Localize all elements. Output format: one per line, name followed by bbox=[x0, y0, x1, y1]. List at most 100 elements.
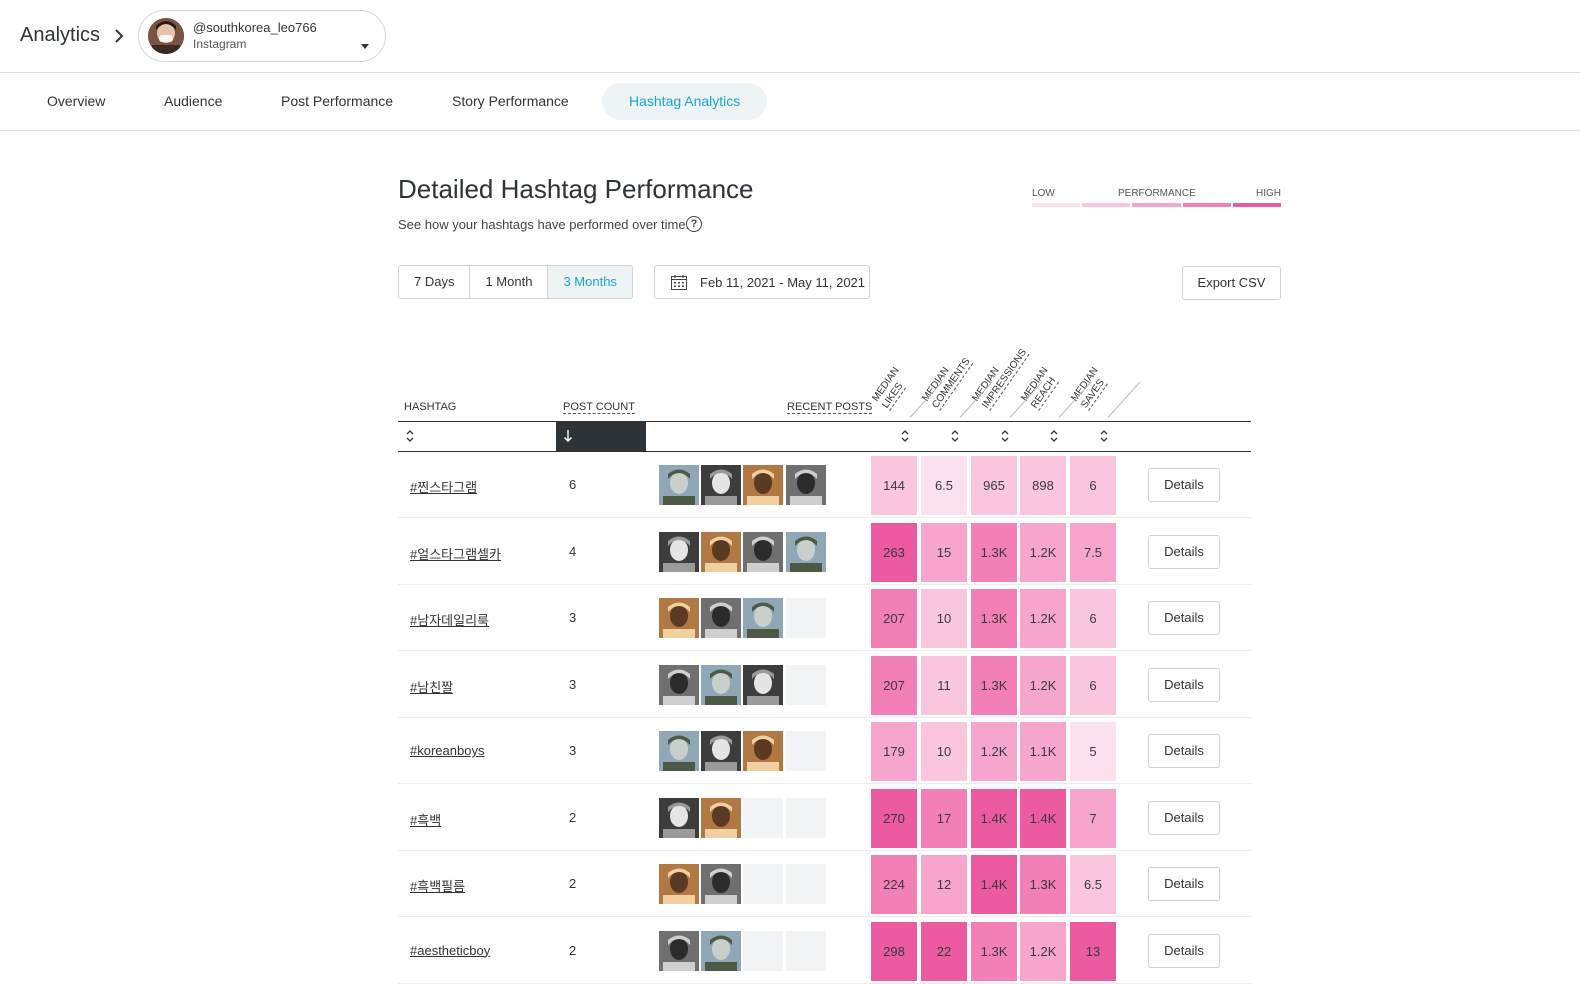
metric-cell: 10 bbox=[921, 589, 967, 648]
recent-post-thumbnail[interactable] bbox=[701, 598, 741, 638]
details-button[interactable]: Details bbox=[1148, 867, 1220, 901]
table-row: #흑백필름 2 224 12 1.4K 1.3K 6.5 Details bbox=[398, 851, 1251, 917]
recent-post-thumbnail[interactable] bbox=[701, 465, 741, 505]
recent-post-thumbnail[interactable] bbox=[659, 864, 699, 904]
recent-post-thumbnail[interactable] bbox=[701, 531, 741, 572]
details-button[interactable]: Details bbox=[1148, 800, 1220, 835]
recent-post-thumbnail[interactable] bbox=[701, 797, 741, 838]
column-header-post-count[interactable]: POST COUNT bbox=[563, 401, 635, 414]
table-row: #남친짤 3 207 11 1.3K 1.2K 6 Details bbox=[398, 652, 1251, 718]
hashtag-link[interactable]: #흑백 bbox=[410, 810, 441, 829]
empty-post-slot bbox=[786, 664, 826, 705]
recent-post-thumbnail[interactable] bbox=[659, 531, 699, 572]
hashtag-link[interactable]: #얼스타그램셀카 bbox=[410, 544, 501, 563]
tab-post-performance[interactable]: Post Performance bbox=[254, 83, 420, 120]
recent-post-thumbnail[interactable] bbox=[659, 797, 699, 838]
metric-cell: 1.4K bbox=[1020, 788, 1066, 848]
tab-overview[interactable]: Overview bbox=[20, 83, 132, 120]
range-7-days-button[interactable]: 7 Days bbox=[399, 266, 471, 298]
recent-post-thumbnail[interactable] bbox=[743, 598, 783, 638]
recent-post-thumbnail[interactable] bbox=[701, 664, 741, 705]
range-1-month-button[interactable]: 1 Month bbox=[470, 266, 549, 298]
details-button[interactable]: Details bbox=[1148, 667, 1220, 702]
details-button[interactable]: Details bbox=[1148, 734, 1220, 768]
details-button[interactable]: Details bbox=[1148, 601, 1220, 635]
account-handle: @southkorea_leo766 bbox=[193, 20, 317, 35]
date-range-text: Feb 11, 2021 - May 11, 2021 bbox=[700, 275, 866, 290]
recent-post-thumbnail[interactable] bbox=[786, 465, 826, 505]
recent-post-thumbnail[interactable] bbox=[701, 731, 741, 771]
column-header-hashtag[interactable]: HASHTAG bbox=[404, 401, 456, 413]
tab-story-performance[interactable]: Story Performance bbox=[425, 83, 596, 120]
empty-post-slot bbox=[743, 797, 783, 838]
recent-post-thumbnail[interactable] bbox=[659, 465, 699, 505]
metric-cell: 12 bbox=[921, 855, 967, 914]
caret-down-icon bbox=[361, 44, 369, 49]
table-row: #얼스타그램셀카 4 263 15 1.3K 1.2K 7.5 Details bbox=[398, 519, 1251, 585]
recent-post-thumbnail[interactable] bbox=[701, 930, 741, 971]
page-title: Analytics bbox=[20, 24, 101, 46]
recent-post-thumbnail[interactable] bbox=[659, 598, 699, 638]
sort-icon[interactable] bbox=[900, 429, 910, 443]
recent-post-thumbnail[interactable] bbox=[743, 664, 783, 705]
metric-cell: 22 bbox=[921, 921, 967, 981]
table-row: #찐스타그램 6 144 6.5 965 898 6 Details bbox=[398, 452, 1251, 518]
sort-icon[interactable] bbox=[405, 429, 415, 443]
metric-cell: 1.2K bbox=[971, 722, 1017, 781]
date-range-picker[interactable]: Feb 11, 2021 - May 11, 2021 bbox=[654, 265, 870, 299]
tab-audience[interactable]: Audience bbox=[137, 83, 249, 120]
metric-cell: 179 bbox=[871, 722, 917, 781]
hashtag-link[interactable]: #찐스타그램 bbox=[410, 477, 477, 496]
recent-post-thumbnail[interactable] bbox=[743, 531, 783, 572]
empty-post-slot bbox=[786, 731, 826, 771]
legend-swatch bbox=[1032, 203, 1081, 207]
metric-cell: 1.2K bbox=[1020, 522, 1066, 582]
empty-post-slot bbox=[743, 930, 783, 971]
recent-post-thumbnail[interactable] bbox=[659, 930, 699, 971]
help-icon[interactable]: ? bbox=[686, 216, 702, 232]
details-button[interactable]: Details bbox=[1148, 534, 1220, 569]
empty-post-slot bbox=[743, 864, 783, 904]
recent-post-thumbnail[interactable] bbox=[786, 531, 826, 572]
recent-post-thumbnail[interactable] bbox=[659, 664, 699, 705]
range-3-months-button[interactable]: 3 Months bbox=[548, 266, 632, 298]
post-count-value: 3 bbox=[569, 743, 577, 758]
metric-cell: 207 bbox=[871, 655, 917, 715]
hashtag-link[interactable]: #koreanboys bbox=[410, 743, 484, 758]
sort-icon[interactable] bbox=[950, 429, 960, 443]
metric-cell: 1.3K bbox=[1020, 855, 1066, 914]
metric-cell: 1.3K bbox=[971, 589, 1017, 648]
metric-cell: 1.3K bbox=[971, 921, 1017, 981]
hashtag-link[interactable]: #남친짤 bbox=[410, 677, 453, 696]
column-header-median-saves[interactable]: MEDIAN SAVES bbox=[1069, 355, 1143, 415]
sort-icon[interactable] bbox=[1000, 429, 1010, 443]
sort-active-post-count[interactable] bbox=[556, 422, 646, 451]
metric-cell: 1.2K bbox=[1020, 589, 1066, 648]
hashtag-link[interactable]: #aestheticboy bbox=[410, 943, 490, 958]
tab-hashtag-analytics[interactable]: Hashtag Analytics bbox=[602, 83, 768, 120]
metric-cell: 15 bbox=[921, 522, 967, 582]
arrow-down-icon bbox=[564, 430, 572, 442]
recent-post-thumbnail[interactable] bbox=[743, 731, 783, 771]
account-selector[interactable]: @southkorea_leo766 Instagram bbox=[138, 10, 386, 62]
table-row: #koreanboys 3 179 10 1.2K 1.1K 5 Details bbox=[398, 718, 1251, 784]
tab-bar: Overview Audience Post Performance Story… bbox=[0, 73, 1580, 131]
details-button[interactable]: Details bbox=[1148, 468, 1220, 502]
details-button[interactable]: Details bbox=[1148, 933, 1220, 968]
recent-post-thumbnail[interactable] bbox=[701, 864, 741, 904]
hashtag-link[interactable]: #남자데일리룩 bbox=[410, 610, 489, 629]
sort-icon[interactable] bbox=[1099, 429, 1109, 443]
table-row: #aestheticboy 2 298 22 1.3K 1.2K 13 Details bbox=[398, 918, 1251, 984]
export-csv-button[interactable]: Export CSV bbox=[1182, 266, 1281, 300]
sort-icon[interactable] bbox=[1049, 429, 1059, 443]
metric-cell: 898 bbox=[1020, 456, 1066, 515]
legend-swatch bbox=[1132, 203, 1181, 207]
recent-post-thumbnail[interactable] bbox=[659, 731, 699, 771]
legend-swatch bbox=[1082, 203, 1131, 207]
metric-cell: 6.5 bbox=[921, 456, 967, 515]
recent-post-thumbnail[interactable] bbox=[743, 465, 783, 505]
metric-cell: 17 bbox=[921, 788, 967, 848]
hashtag-link[interactable]: #흑백필름 bbox=[410, 876, 465, 895]
metric-cell: 10 bbox=[921, 722, 967, 781]
metric-cell: 263 bbox=[871, 522, 917, 582]
